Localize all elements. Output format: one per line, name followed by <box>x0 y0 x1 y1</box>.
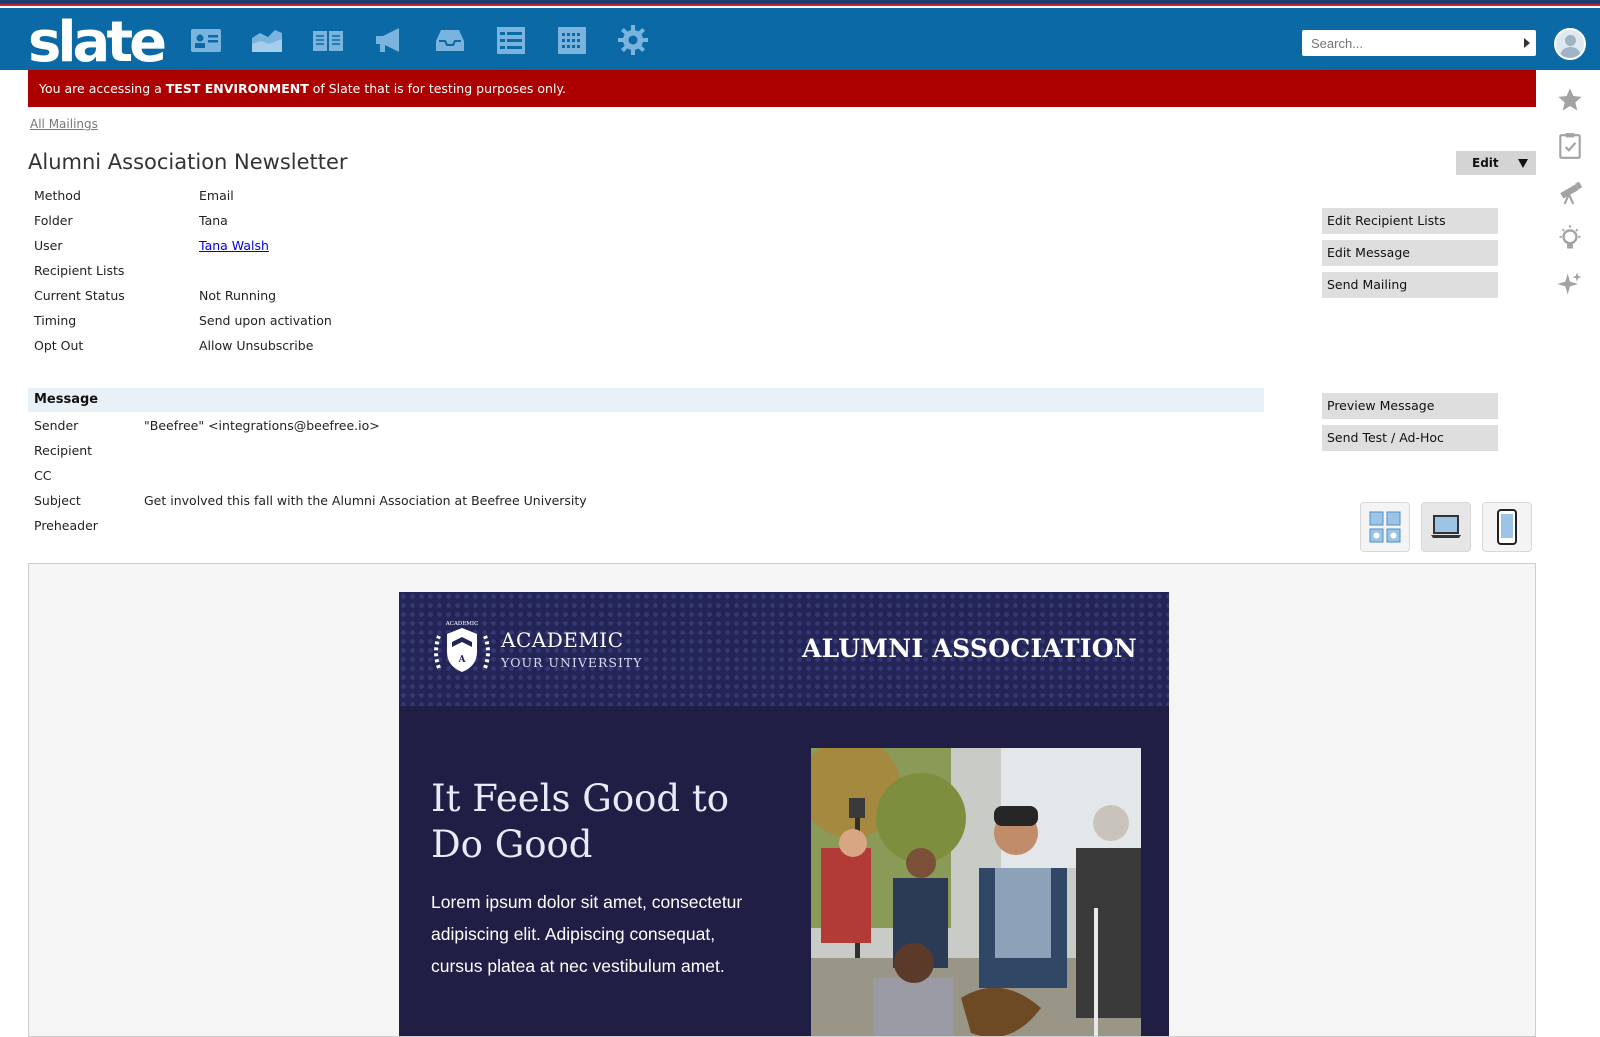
message-field-value: "Beefree" <integrations@beefree.io> <box>144 418 380 433</box>
message-field-value: Get involved this fall with the Alumni A… <box>144 493 587 508</box>
email-header-title: ALUMNI ASSOCIATION <box>801 634 1137 663</box>
search-box <box>1302 30 1536 56</box>
message-field-label: Preheader <box>34 518 98 533</box>
property-row: User Tana Walsh <box>34 238 634 258</box>
email-header: A ACADEMIC ACADEMIC YOUR UNIVERSITY ALUM… <box>399 592 1169 706</box>
mailing-actions: Edit Recipient Lists Edit Message Send M… <box>1322 208 1498 304</box>
test-environment-banner: You are accessing a TEST ENVIRONMENT of … <box>28 70 1536 107</box>
message-field-label: CC <box>34 468 52 483</box>
message-actions: Preview Message Send Test / Ad-Hoc <box>1322 393 1498 457</box>
property-label: Current Status <box>34 288 125 303</box>
user-link[interactable]: Tana Walsh <box>199 238 269 253</box>
book-icon[interactable] <box>312 24 344 56</box>
message-section-header: Message <box>28 388 1264 412</box>
property-value: Not Running <box>199 288 277 303</box>
page-title: Alumni Association Newsletter <box>28 150 348 174</box>
caret-down-icon <box>1518 159 1528 168</box>
clipboard-check-icon[interactable] <box>1554 130 1586 162</box>
property-label: User <box>34 238 63 253</box>
property-value: Send upon activation <box>199 313 332 328</box>
email-preview: A ACADEMIC ACADEMIC YOUR UNIVERSITY ALUM… <box>399 592 1169 1036</box>
megaphone-icon[interactable] <box>373 24 405 56</box>
property-label: Opt Out <box>34 338 84 353</box>
property-row: Method Email <box>34 188 634 208</box>
property-row: Timing Send upon activation <box>34 313 634 333</box>
calendar-icon[interactable] <box>556 24 588 56</box>
edit-recipient-lists-button[interactable]: Edit Recipient Lists <box>1322 208 1498 234</box>
inbox-icon[interactable] <box>434 24 466 56</box>
property-value: Tana <box>199 213 228 228</box>
property-label: Method <box>34 188 81 203</box>
edit-label: Edit <box>1472 156 1499 170</box>
lightbulb-icon[interactable] <box>1554 222 1586 254</box>
property-label: Recipient Lists <box>34 263 125 278</box>
message-field-row: CC <box>34 468 634 488</box>
message-field-row: Subject Get involved this fall with the A… <box>34 493 634 513</box>
email-hero-body: Lorem ipsum dolor sit amet, consectetur … <box>431 892 743 976</box>
message-field-label: Subject <box>34 493 81 508</box>
sparkles-icon[interactable] <box>1554 268 1586 300</box>
star-icon[interactable] <box>1554 84 1586 116</box>
preview-message-button[interactable]: Preview Message <box>1322 393 1498 419</box>
main-nav <box>190 24 649 56</box>
volunteers-photo <box>811 748 1141 1036</box>
desktop-view-button[interactable] <box>1421 502 1471 552</box>
edit-dropdown-button[interactable]: Edit <box>1456 151 1536 175</box>
message-field-row: Recipient <box>34 443 634 463</box>
banner-prefix: You are accessing a <box>39 81 166 96</box>
slate-logo[interactable]: slate <box>28 12 167 74</box>
email-brand-sub: YOUR UNIVERSITY <box>501 655 643 670</box>
chart-area-icon[interactable] <box>251 24 283 56</box>
gear-icon[interactable] <box>617 24 649 56</box>
edit-message-button[interactable]: Edit Message <box>1322 240 1498 266</box>
right-rail <box>1554 84 1586 314</box>
list-icon[interactable] <box>495 24 527 56</box>
top-header: slate <box>0 8 1600 74</box>
telescope-icon[interactable] <box>1554 176 1586 208</box>
property-label: Folder <box>34 213 73 228</box>
send-mailing-button[interactable]: Send Mailing <box>1322 272 1498 298</box>
message-field-label: Recipient <box>34 443 93 458</box>
property-row: Recipient Lists <box>34 263 634 283</box>
layout-icon <box>1369 511 1401 543</box>
search-go-icon[interactable] <box>1524 38 1530 48</box>
email-brand: ACADEMIC <box>501 628 624 652</box>
search-input[interactable] <box>1302 30 1502 56</box>
banner-suffix: of Slate that is for testing purposes on… <box>308 81 567 96</box>
property-value: Email <box>199 188 234 203</box>
send-test-button[interactable]: Send Test / Ad-Hoc <box>1322 425 1498 451</box>
message-field-label: Sender <box>34 418 79 433</box>
svg-text:ACADEMIC: ACADEMIC <box>445 621 479 627</box>
email-hero-title: It Feels Good to Do Good <box>431 777 729 866</box>
desktop-icon <box>1431 515 1461 538</box>
layout-view-button[interactable] <box>1360 502 1410 552</box>
svg-text:A: A <box>458 655 467 665</box>
property-label: Timing <box>34 313 77 328</box>
mobile-view-button[interactable] <box>1482 502 1532 552</box>
contact-card-icon[interactable] <box>190 24 222 56</box>
message-field-row: Sender "Beefree" <integrations@beefree.io… <box>34 418 634 438</box>
message-field-row: Preheader <box>34 518 634 538</box>
banner-emphasis: TEST ENVIRONMENT <box>165 81 309 96</box>
mobile-icon <box>1497 509 1517 545</box>
email-preview-pane: A ACADEMIC ACADEMIC YOUR UNIVERSITY ALUM… <box>28 563 1536 1037</box>
property-row: Opt Out Allow Unsubscribe <box>34 338 634 358</box>
user-avatar[interactable] <box>1554 28 1586 60</box>
property-row: Current Status Not Running <box>34 288 634 308</box>
academic-crest-logo: A ACADEMIC <box>434 621 490 672</box>
breadcrumb-all-mailings[interactable]: All Mailings <box>30 117 98 131</box>
view-mode-toggle <box>1360 502 1532 552</box>
property-value: Allow Unsubscribe <box>199 338 314 353</box>
property-row: Folder Tana <box>34 213 634 233</box>
top-strip <box>0 0 1600 6</box>
